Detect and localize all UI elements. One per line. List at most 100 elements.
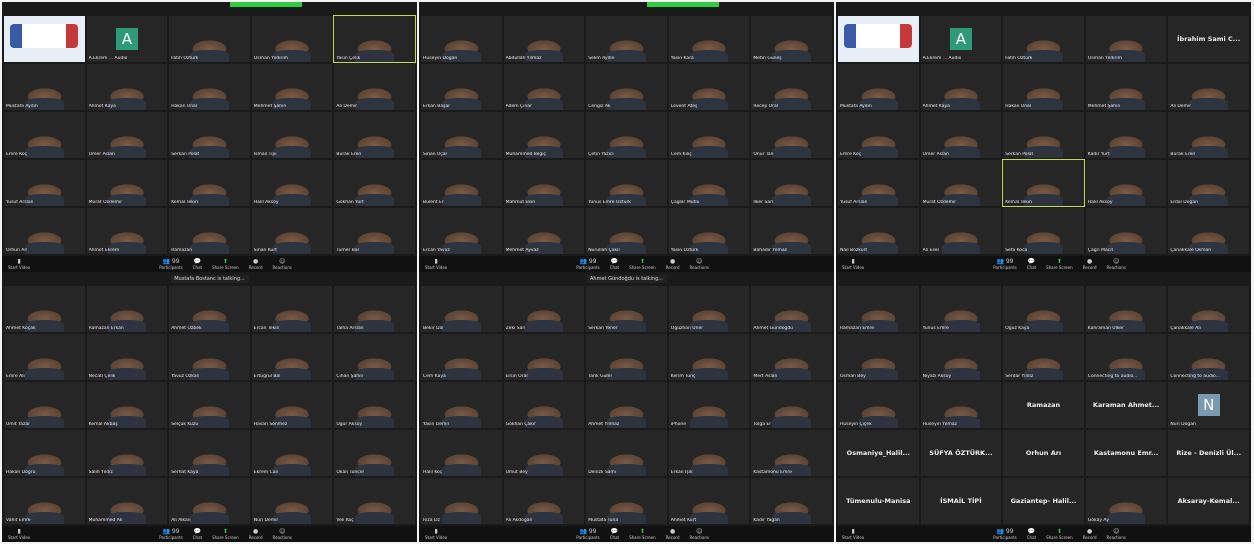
start-video-button[interactable]: ▮ Start Video <box>425 258 447 270</box>
participant-tile[interactable]: Murat Özdemir <box>920 160 1002 206</box>
participant-tile[interactable]: Ali Alkan <box>169 478 250 524</box>
participant-tile[interactable]: Abdullah Yılmaz <box>503 16 585 62</box>
participant-tile[interactable]: Erkan Işık <box>668 430 750 476</box>
participant-tile[interactable]: Yusuf Arslan <box>838 160 919 206</box>
participant-tile[interactable]: Ahmet Yılmaz <box>586 382 667 428</box>
participant-tile[interactable]: Tümenulu-Manisa <box>838 478 919 524</box>
participant-tile[interactable]: Yasin Kara <box>668 16 750 62</box>
participant-tile[interactable]: N Nuri Doğan <box>1168 382 1249 428</box>
participant-tile[interactable]: Erdal Doğan <box>1168 160 1249 206</box>
record-button[interactable]: ● Record <box>249 258 263 270</box>
participant-tile[interactable]: Vahit Emre <box>4 478 85 524</box>
participant-tile[interactable]: Gökay Ay <box>1085 478 1167 524</box>
participant-tile[interactable]: Ümit Yazar <box>4 382 85 428</box>
reactions-button[interactable]: ☺ Reactions <box>1107 528 1126 540</box>
participant-tile[interactable]: Yunus Emre <box>920 286 1002 332</box>
share-screen-button[interactable]: ⬆ Share Screen <box>629 258 656 270</box>
participant-tile[interactable]: Ersin Oral <box>503 334 585 380</box>
participant-tile[interactable]: Osman Yıldırım <box>251 16 333 62</box>
record-button[interactable]: ● Record <box>666 258 680 270</box>
participant-tile[interactable] <box>4 16 85 62</box>
participant-tile[interactable]: Çağrı Macit <box>1085 208 1167 254</box>
participants-button[interactable]: 👥 99 Participants <box>159 258 183 270</box>
participant-tile[interactable]: Orhun Arı <box>1003 430 1084 476</box>
participant-tile[interactable]: Fatih Öztürk <box>169 16 250 62</box>
participant-tile[interactable]: Serkan Polat <box>1003 112 1084 158</box>
participant-tile[interactable]: Aksaray-Kemal... <box>1168 478 1249 524</box>
participant-tile[interactable]: Salih Yıldız <box>86 430 168 476</box>
share-screen-button[interactable]: ⬆ Share Screen <box>212 528 239 540</box>
participant-tile[interactable]: Ahmet Kurt <box>668 478 750 524</box>
participant-tile[interactable]: Cem Kaya <box>421 334 502 380</box>
participant-tile[interactable]: Ercan Tekin <box>251 286 333 332</box>
participant-tile[interactable]: Ercan Yavuz <box>421 208 502 254</box>
participant-tile[interactable]: Çanakkale Ali <box>1168 286 1249 332</box>
participant-tile[interactable]: Adem Çınar <box>503 64 585 110</box>
participant-tile[interactable]: Ramazan Erkan <box>86 286 168 332</box>
share-screen-button[interactable]: ⬆ Share Screen <box>1046 258 1073 270</box>
participant-tile[interactable]: Veli Koç <box>334 478 415 524</box>
participant-tile[interactable]: Okan Tuncer <box>334 430 415 476</box>
participant-tile[interactable]: Rıza Öz <box>421 478 502 524</box>
participant-tile[interactable]: Gökhan Çakır <box>503 382 585 428</box>
participant-tile[interactable]: Burak Eren <box>334 112 415 158</box>
record-button[interactable]: ● Record <box>666 528 680 540</box>
participant-tile[interactable]: Connecting to audio... <box>1085 334 1167 380</box>
participant-tile[interactable]: Nuri Demir <box>251 478 333 524</box>
participant-tile[interactable]: iPhone <box>668 382 750 428</box>
participant-tile[interactable]: Murat Özdemir <box>86 160 168 206</box>
participant-tile[interactable]: Burak Eren <box>1168 112 1249 158</box>
participant-tile[interactable]: Çetin Yazıcı <box>586 112 667 158</box>
participant-tile[interactable]: Niyazi Aksoy <box>920 334 1002 380</box>
participant-tile[interactable]: Onur Tan <box>751 112 832 158</box>
chat-button[interactable]: 💬 Chat <box>610 258 619 270</box>
participant-tile[interactable]: A A.Ekrem ... Audio <box>920 16 1002 62</box>
participant-tile[interactable]: İSMAİL TİPİ <box>920 478 1002 524</box>
participant-tile[interactable]: Recep Oral <box>751 64 832 110</box>
participant-tile[interactable]: Zeki Sarı <box>503 286 585 332</box>
participant-tile[interactable]: Emre Koç <box>4 112 85 158</box>
participant-tile[interactable]: Selçuk Kuzu <box>169 382 250 428</box>
participant-tile[interactable]: Cem Kılıç <box>668 112 750 158</box>
participant-tile[interactable]: Nail Bozkurt <box>838 208 919 254</box>
participant-tile[interactable]: Talha Arslan <box>334 286 415 332</box>
participant-tile[interactable]: Muhammed Ali <box>86 478 168 524</box>
participant-tile[interactable]: Mustafa Aydın <box>838 64 919 110</box>
participant-tile[interactable]: Ömer Aslan <box>920 112 1002 158</box>
participant-tile[interactable]: Ahmet Koçak <box>4 286 85 332</box>
participant-tile[interactable]: İlker Sarı <box>751 160 832 206</box>
participant-tile[interactable]: Kahraman Ülker <box>1085 286 1167 332</box>
participant-tile[interactable]: Halil Koç <box>421 430 502 476</box>
start-video-button[interactable]: ▮ Start Video <box>842 258 864 270</box>
participant-tile[interactable]: Serkan Yener <box>586 286 667 332</box>
participant-tile[interactable]: Ali Demir <box>1168 64 1249 110</box>
participant-tile[interactable]: Hakan Ünal <box>1003 64 1084 110</box>
participant-tile[interactable]: Selim Aydın <box>586 16 667 62</box>
participant-tile[interactable]: Mehmet Şahin <box>1085 64 1167 110</box>
share-screen-button[interactable]: ⬆ Share Screen <box>629 528 656 540</box>
participants-button[interactable]: 👥 99 Participants <box>159 528 183 540</box>
participant-tile[interactable]: Hakan Doğru <box>4 430 85 476</box>
participant-tile[interactable]: Uğur Aksoy <box>334 382 415 428</box>
participant-tile[interactable]: Kemal Tekin <box>169 160 250 206</box>
participant-tile[interactable]: Tümer Bal <box>334 208 415 254</box>
participant-tile[interactable]: Ahmet Ekrem <box>86 208 168 254</box>
participant-tile[interactable]: Ertuğrul Bal <box>251 334 333 380</box>
participant-tile[interactable]: Mehmet Ayvaz <box>503 208 585 254</box>
participant-tile[interactable]: İsmail Tipi <box>251 112 333 158</box>
record-button[interactable]: ● Record <box>1083 258 1097 270</box>
participant-tile[interactable]: Bahadır Yılmaz <box>751 208 832 254</box>
participant-tile[interactable]: Mustafa Aydın <box>4 64 85 110</box>
reactions-button[interactable]: ☺ Reactions <box>273 258 292 270</box>
participant-tile[interactable]: Osman Yıldırım <box>1085 16 1167 62</box>
participant-tile[interactable]: Ali Akdoğan <box>503 478 585 524</box>
record-button[interactable]: ● Record <box>249 528 263 540</box>
participant-tile[interactable]: Yasin Çelik <box>333 15 416 63</box>
reactions-button[interactable]: ☺ Reactions <box>1107 258 1126 270</box>
participant-tile[interactable]: Mustafa Tuna <box>586 478 667 524</box>
participant-tile[interactable]: Emre Koç <box>838 112 919 158</box>
participants-button[interactable]: 👥 99 Participants <box>576 528 600 540</box>
participant-tile[interactable]: SÜFYA ÖZTÜRK... <box>920 430 1002 476</box>
participant-tile[interactable]: Kemal Tekin <box>1002 159 1085 207</box>
participant-tile[interactable]: Oğuz Kaya <box>1003 286 1084 332</box>
